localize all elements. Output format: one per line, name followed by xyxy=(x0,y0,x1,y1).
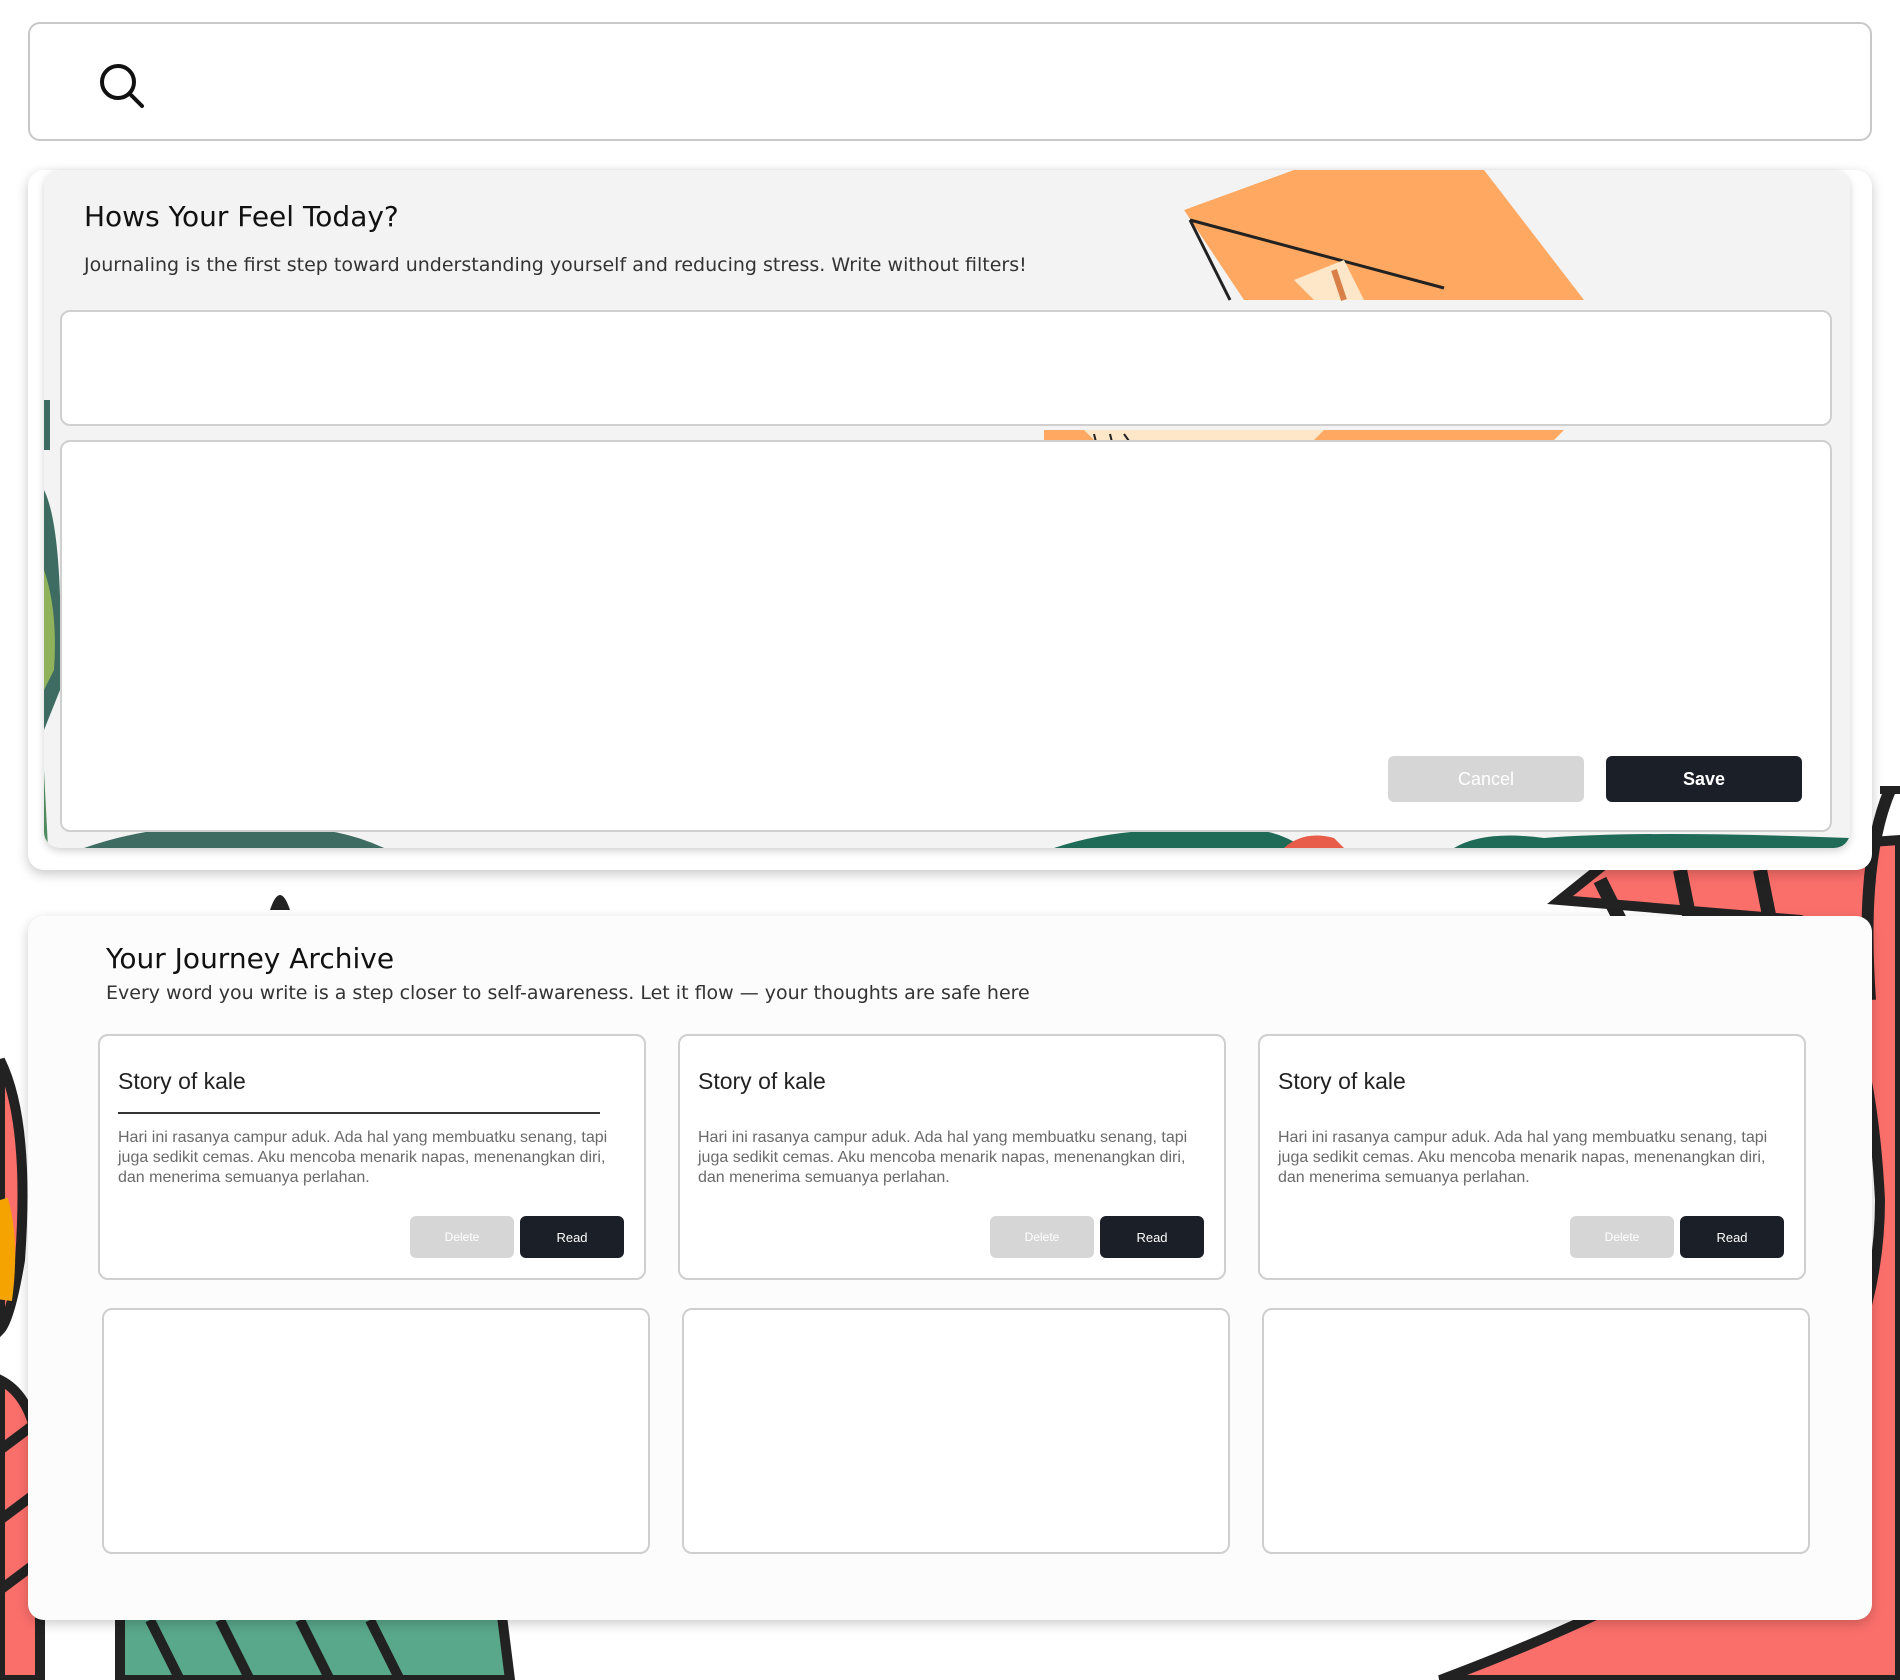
search-bar[interactable] xyxy=(28,22,1872,141)
story-excerpt: Hari ini rasanya campur aduk. Ada hal ya… xyxy=(698,1129,1188,1186)
story-title: Story of kale xyxy=(1278,1068,1406,1094)
entry-body-textarea[interactable] xyxy=(80,456,1812,756)
read-button[interactable]: Read xyxy=(1680,1216,1784,1258)
save-button[interactable]: Save xyxy=(1606,756,1802,802)
empty-story-card[interactable] xyxy=(1262,1308,1810,1554)
empty-story-card[interactable] xyxy=(102,1308,650,1554)
story-title: Story of kale xyxy=(118,1068,246,1094)
delete-button[interactable]: Delete xyxy=(990,1216,1094,1258)
journal-subtitle: Journaling is the first step toward unde… xyxy=(84,254,1027,276)
delete-button[interactable]: Delete xyxy=(410,1216,514,1258)
archive-subtitle: Every word you write is a step closer to… xyxy=(106,982,1030,1004)
search-icon[interactable] xyxy=(94,58,150,114)
cancel-button[interactable]: Cancel xyxy=(1388,756,1584,802)
story-excerpt: Hari ini rasanya campur aduk. Ada hal ya… xyxy=(118,1129,608,1186)
story-divider xyxy=(118,1112,600,1114)
search-input[interactable] xyxy=(180,44,1840,120)
read-button[interactable]: Read xyxy=(1100,1216,1204,1258)
journey-archive-section: Your Journey Archive Every word you writ… xyxy=(28,916,1872,1620)
journal-card: Hows Your Feel Today? Journaling is the … xyxy=(44,170,1850,848)
story-card[interactable]: Story of kale Hari ini rasanya campur ad… xyxy=(678,1034,1226,1280)
story-title: Story of kale xyxy=(698,1068,826,1094)
archive-title: Your Journey Archive xyxy=(106,942,395,975)
empty-story-card[interactable] xyxy=(682,1308,1230,1554)
entry-title-field[interactable] xyxy=(60,310,1832,426)
story-excerpt: Hari ini rasanya campur aduk. Ada hal ya… xyxy=(1278,1129,1768,1186)
story-card[interactable]: Story of kale Hari ini rasanya campur ad… xyxy=(1258,1034,1806,1280)
delete-button[interactable]: Delete xyxy=(1570,1216,1674,1258)
story-card[interactable]: Story of kale Hari ini rasanya campur ad… xyxy=(98,1034,646,1280)
entry-title-input[interactable] xyxy=(80,326,1812,410)
journal-title: Hows Your Feel Today? xyxy=(84,200,399,233)
read-button[interactable]: Read xyxy=(520,1216,624,1258)
